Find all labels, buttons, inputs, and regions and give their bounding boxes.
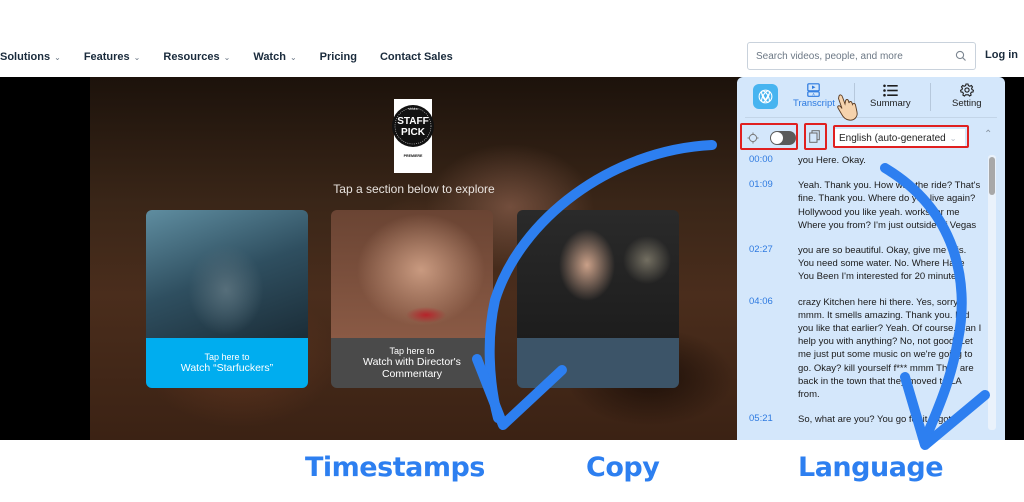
timestamp-link[interactable]: 01:09: [737, 179, 798, 232]
badge-top-text: vimeo: [408, 107, 417, 111]
nav-contact-sales[interactable]: Contact Sales: [380, 51, 453, 63]
caption-copy: Copy: [586, 452, 660, 483]
chevron-down-icon: ⌄: [223, 52, 231, 62]
card-label-big: Watch “Starfuckers”: [180, 362, 274, 375]
explore-prompt: Tap a section below to explore: [333, 182, 495, 196]
chapter-card-watch-film[interactable]: Tap here to Watch “Starfuckers”: [146, 210, 308, 388]
transcript-entry: 00:00 you Here. Okay.: [737, 154, 987, 167]
nav-label: Contact Sales: [379, 51, 453, 63]
transcript-entry: 02:27 you are so beautiful. Okay, give me…: [737, 244, 987, 284]
tab-transcript[interactable]: A Transcript: [793, 82, 835, 109]
transcript-text: you Here. Okay.: [798, 155, 866, 166]
search-icon[interactable]: [955, 50, 967, 62]
nav-features[interactable]: Features ⌄: [84, 51, 141, 63]
search-box: [747, 42, 976, 70]
highlight-language: [833, 125, 969, 148]
tab-divider: [930, 83, 931, 111]
transcript-text: you are so beautiful. Okay, give me this…: [798, 245, 967, 283]
nav-label: Watch: [253, 51, 286, 63]
tab-transcript-label: Transcript: [793, 98, 835, 109]
top-nav: Solutions ⌄ Features ⌄ Resources ⌄ Watch ⌄ P…: [0, 40, 476, 74]
page: Solutions ⌄ Features ⌄ Resources ⌄ Watch ⌄ P…: [0, 0, 1024, 502]
card-thumbnail: [146, 210, 308, 338]
chevron-down-icon: ⌄: [289, 52, 297, 62]
transcript-entry: 04:06 crazy Kitchen here hi there. Yes, s…: [737, 296, 987, 402]
caption-language: Language: [798, 452, 944, 483]
card-label: Tap here to Watch “Starfuckers”: [146, 338, 308, 388]
tab-setting[interactable]: Setting: [952, 82, 982, 109]
scrollbar-thumb[interactable]: [989, 157, 995, 195]
transcript-entry: 01:09 Yeah. Thank you. How was the ride? …: [737, 179, 987, 232]
tab-summary[interactable]: Summary: [870, 82, 911, 109]
pointing-hand-icon: [837, 94, 858, 121]
card-label: [517, 338, 679, 388]
timestamp-link[interactable]: 05:21: [737, 413, 798, 426]
extension-logo-icon[interactable]: [753, 84, 778, 109]
nav-label: Solutions: [0, 51, 51, 63]
card-thumbnail: [517, 210, 679, 338]
highlight-timestamps: [740, 123, 798, 150]
badge-line1: STAFF: [397, 116, 428, 127]
badge-line2: PICK: [401, 127, 426, 138]
timestamp-link[interactable]: 00:00: [737, 154, 798, 167]
nav-resources[interactable]: Resources ⌄: [163, 51, 230, 63]
card-label: Tap here to Watch with Director's Commen…: [331, 338, 493, 388]
nav-label: Resources: [163, 51, 220, 63]
card-label-small: Tap here to: [204, 351, 250, 362]
transcript-extension-panel: A Transcript Summary Setting English (au…: [737, 77, 1005, 440]
tab-setting-label: Setting: [952, 98, 982, 109]
login-link[interactable]: Log in: [985, 49, 1018, 61]
nav-pricing[interactable]: Pricing: [320, 51, 357, 63]
collapse-chevron-up-icon[interactable]: ⌃: [984, 129, 992, 140]
nav-label: Features: [83, 51, 130, 63]
tab-summary-label: Summary: [870, 98, 911, 109]
transcript-list: 00:00 you Here. Okay. 01:09 Yeah. Thank yo…: [737, 154, 987, 440]
timestamp-link[interactable]: 04:06: [737, 296, 798, 402]
timestamp-link[interactable]: 02:27: [737, 244, 798, 284]
chevron-down-icon: ⌄: [54, 52, 61, 62]
card-label-small: Tap here to: [389, 345, 435, 356]
search-input[interactable]: [756, 50, 955, 62]
chapter-card-directors-commentary[interactable]: Tap here to Watch with Director's Commen…: [331, 210, 493, 388]
highlight-copy: [804, 123, 827, 150]
card-label-big: Watch with Director's: [363, 356, 461, 369]
staff-pick-badge: vimeo STAFF PICK PREMIERE: [392, 99, 434, 173]
badge-bottom-text: PREMIERE: [404, 154, 423, 158]
nav-solutions[interactable]: Solutions ⌄: [0, 51, 61, 63]
transcript-entry: 05:21 So, what are you? You go for it. I …: [737, 413, 987, 426]
transcript-text: Yeah. Thank you. How was the ride? That'…: [798, 180, 981, 231]
transcript-icon: A: [807, 82, 821, 98]
caption-timestamps: Timestamps: [305, 452, 485, 483]
transcript-text: So, what are you? You go for it. I got: [798, 414, 952, 426]
card-label-big-2: Commentary: [381, 368, 443, 381]
panel-divider: [745, 117, 997, 118]
panel-tabs: A Transcript Summary Setting: [737, 77, 1005, 117]
transcript-scrollbar[interactable]: [988, 155, 996, 430]
card-thumbnail: [331, 210, 493, 338]
chapter-card-actor[interactable]: [517, 210, 679, 388]
nav-watch[interactable]: Watch ⌄: [253, 51, 296, 63]
nav-label: Pricing: [319, 51, 357, 63]
transcript-text: crazy Kitchen here hi there. Yes, sorry …: [798, 296, 982, 401]
gear-icon: [959, 82, 974, 98]
chevron-down-icon: ⌄: [133, 52, 141, 62]
list-icon: [883, 82, 898, 98]
